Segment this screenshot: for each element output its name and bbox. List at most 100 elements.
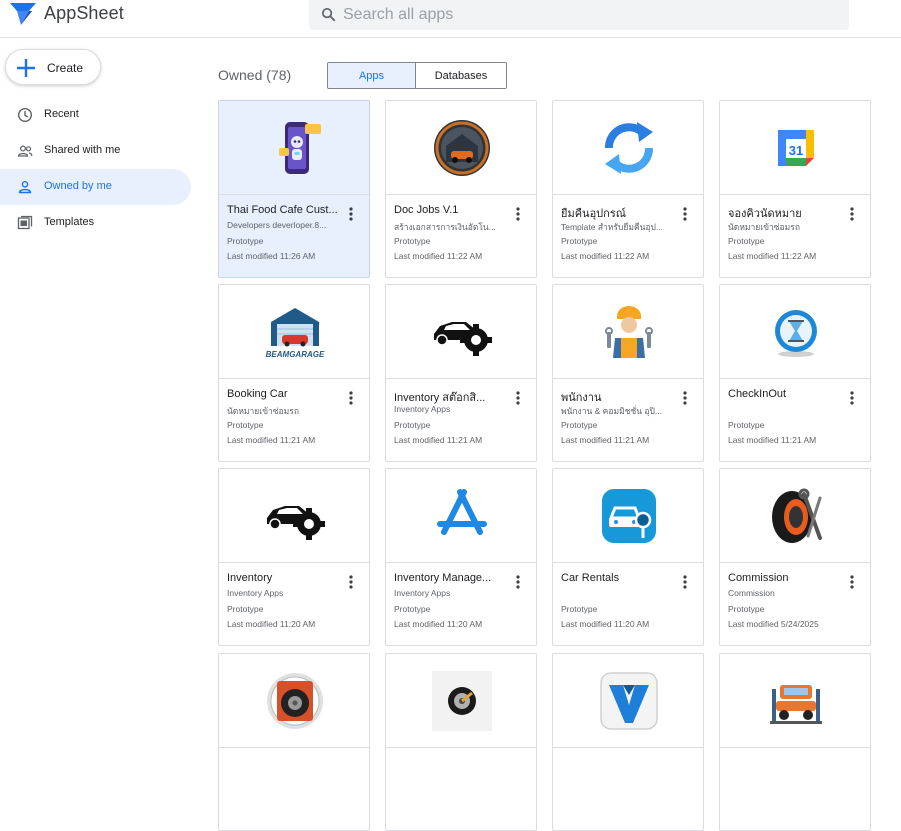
- app-card[interactable]: [218, 653, 370, 831]
- sync-arrows-icon: [605, 122, 653, 174]
- app-modified: Last modified 11:21 AM: [561, 435, 650, 445]
- app-card[interactable]: 31 จองคิวนัดหมาย นัดหมายเข้าซ่อมรถ Proto…: [719, 100, 871, 278]
- app-subtitle: Template สำหรับยืมคืนอุป...: [561, 222, 664, 232]
- app-subtitle: สร้างเอกสารการเงินอัตโน...: [394, 222, 496, 232]
- clock-icon: [17, 107, 33, 123]
- search-bar[interactable]: [309, 0, 849, 30]
- app-title: Thai Food Cafe Cust...: [227, 204, 338, 216]
- app-status: Prototype: [394, 420, 431, 430]
- app-card[interactable]: ยืมคืนอุปกรณ์ Template สำหรับยืมคืนอุป..…: [552, 100, 704, 278]
- beam-garage-logo-text: BEAMGARAGE: [266, 350, 325, 359]
- create-label: Create: [47, 61, 84, 75]
- app-card-thumbnail: [720, 654, 870, 748]
- app-card[interactable]: Doc Jobs V.1 สร้างเอกสารการเงินอัตโน... …: [385, 100, 537, 278]
- more-vert-icon[interactable]: [844, 205, 860, 223]
- app-card[interactable]: Commission Commission Prototype Last mod…: [719, 468, 871, 646]
- app-modified: Last modified 11:21 AM: [728, 435, 817, 445]
- app-card[interactable]: Inventory สต๊อกสิ... Inventory Apps Prot…: [385, 284, 537, 462]
- app-card[interactable]: [552, 653, 704, 831]
- app-subtitle: Commission: [728, 588, 775, 598]
- app-status: Prototype: [394, 604, 431, 614]
- app-card[interactable]: Car Rentals Prototype Last modified 11:2…: [552, 468, 704, 646]
- app-modified: Last modified 11:21 AM: [227, 435, 316, 445]
- app-card-thumbnail: [720, 285, 870, 379]
- app-status: Prototype: [394, 236, 431, 246]
- more-vert-icon[interactable]: [510, 389, 526, 407]
- garage-tire-icon: [267, 673, 323, 729]
- app-card[interactable]: BEAMGARAGE Booking Car นัดหมายเข้าซ่อมรถ…: [218, 284, 370, 462]
- search-icon: [321, 7, 336, 22]
- car-lift-icon: [770, 685, 822, 724]
- more-vert-icon[interactable]: [677, 389, 693, 407]
- svg-text:31: 31: [789, 143, 803, 158]
- app-card[interactable]: Thai Food Cafe Cust... Developers deverl…: [218, 100, 370, 278]
- hourglass-icon: [775, 310, 817, 357]
- search-input[interactable]: [343, 4, 833, 26]
- view-toggle: Apps Databases: [327, 62, 507, 89]
- person-icon: [18, 181, 32, 194]
- brand-name: AppSheet: [44, 3, 124, 23]
- more-vert-icon[interactable]: [343, 389, 359, 407]
- app-card[interactable]: [385, 653, 537, 831]
- app-subtitle: พนักงาน & คอมมิชชั่น อุปิ...: [561, 406, 662, 416]
- templates-icon: [17, 215, 33, 230]
- people-icon: [17, 145, 33, 157]
- tab-databases[interactable]: Databases: [416, 63, 506, 88]
- robot-phone-icon: [279, 122, 321, 174]
- app-title: Doc Jobs V.1: [394, 204, 459, 216]
- app-status: Prototype: [561, 236, 598, 246]
- app-card-thumbnail: [386, 469, 536, 563]
- sidebar-item-recent[interactable]: Recent: [0, 97, 191, 133]
- more-vert-icon[interactable]: [343, 573, 359, 591]
- more-vert-icon[interactable]: [677, 205, 693, 223]
- tab-apps[interactable]: Apps: [328, 63, 416, 88]
- app-modified: Last modified 11:22 AM: [561, 251, 650, 261]
- more-vert-icon[interactable]: [510, 205, 526, 223]
- garage-circle-icon: [434, 120, 490, 176]
- sidebar-item-label: Owned by me: [44, 180, 112, 192]
- more-vert-icon[interactable]: [510, 573, 526, 591]
- sidebar-item-templates[interactable]: Templates: [0, 205, 191, 241]
- app-card-thumbnail: [553, 469, 703, 563]
- app-title: Inventory: [227, 572, 273, 584]
- app-title: CheckInOut: [728, 388, 787, 400]
- more-vert-icon[interactable]: [844, 389, 860, 407]
- tire-wrench-icon: [772, 488, 822, 543]
- more-vert-icon[interactable]: [844, 573, 860, 591]
- app-modified: Last modified 11:20 AM: [227, 619, 316, 629]
- app-card-thumbnail: [553, 285, 703, 379]
- app-title: Car Rentals: [561, 572, 620, 584]
- app-card[interactable]: Inventory Inventory Apps Prototype Last …: [218, 468, 370, 646]
- more-vert-icon[interactable]: [343, 205, 359, 223]
- app-subtitle: นัดหมายเข้าซ่อมรถ: [728, 222, 800, 232]
- app-status: Prototype: [561, 604, 598, 614]
- app-title: Commission: [728, 572, 789, 584]
- app-modified: Last modified 11:22 AM: [728, 251, 817, 261]
- app-card-thumbnail: [386, 654, 536, 748]
- sidebar-item-shared[interactable]: Shared with me: [0, 133, 191, 169]
- app-modified: Last modified 11:26 AM: [227, 251, 316, 261]
- beam-garage-icon: BEAMGARAGE: [266, 308, 325, 359]
- app-status: Prototype: [728, 604, 765, 614]
- sidebar-item-owned[interactable]: Owned by me: [0, 169, 191, 205]
- app-title: Booking Car: [227, 388, 288, 400]
- app-card[interactable]: Inventory Manage... Inventory Apps Proto…: [385, 468, 537, 646]
- app-card[interactable]: CheckInOut Prototype Last modified 11:21…: [719, 284, 871, 462]
- app-subtitle: Developers deverloper.8...: [227, 220, 327, 230]
- sidebar-item-label: Templates: [44, 216, 95, 228]
- create-button[interactable]: Create: [5, 49, 101, 85]
- google-calendar-icon: 31: [778, 130, 814, 166]
- app-card[interactable]: [719, 653, 871, 831]
- app-card-thumbnail: BEAMGARAGE: [219, 285, 369, 379]
- app-modified: Last modified 11:21 AM: [394, 435, 483, 445]
- app-subtitle: Inventory Apps: [394, 404, 451, 414]
- app-status: Prototype: [561, 420, 598, 430]
- app-card-thumbnail: [219, 101, 369, 195]
- app-store-icon: [437, 489, 487, 535]
- more-vert-icon[interactable]: [677, 573, 693, 591]
- app-modified: Last modified 11:22 AM: [394, 251, 483, 261]
- appsheet-logo-icon[interactable]: [10, 2, 36, 26]
- app-status: Prototype: [227, 236, 264, 246]
- app-subtitle: Inventory Apps: [394, 588, 451, 598]
- app-card[interactable]: พนักงาน พนักงาน & คอมมิชชั่น อุปิ... Pro…: [552, 284, 704, 462]
